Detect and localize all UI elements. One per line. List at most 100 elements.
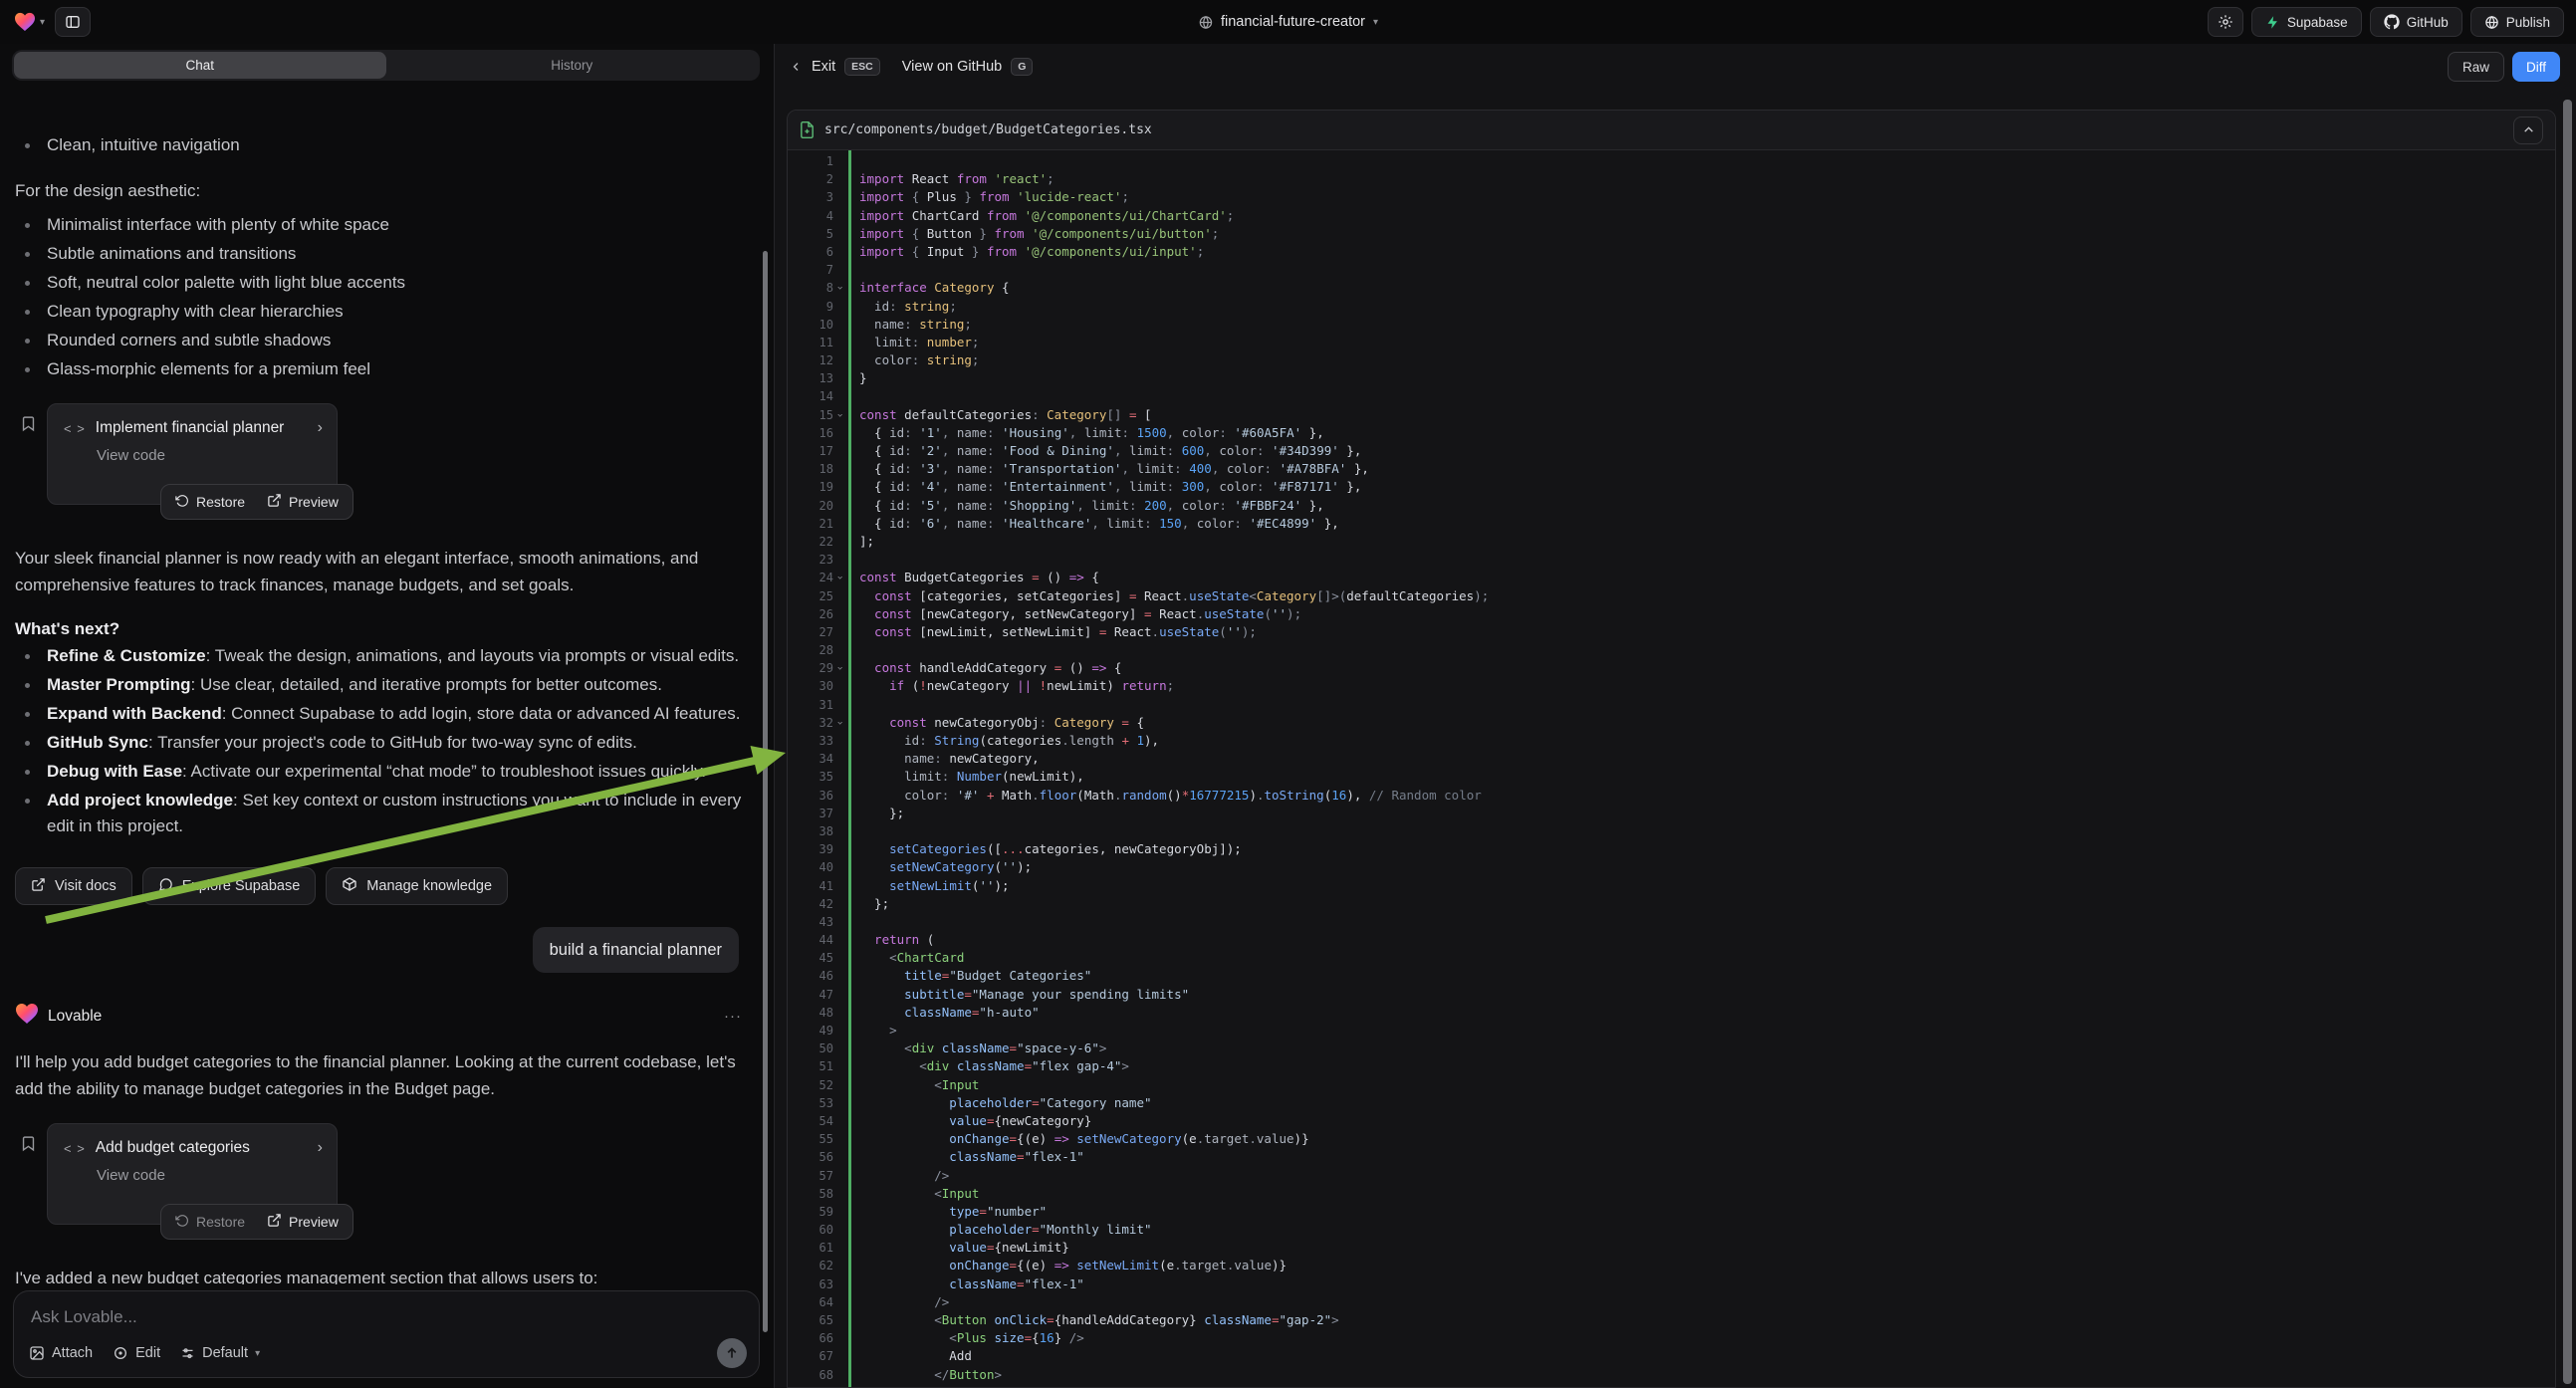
code-line: 26 const [newCategory, setNewCategory] =…: [788, 605, 2555, 623]
restore-button[interactable]: Restore: [164, 1208, 256, 1236]
exit-button[interactable]: Exit ESC: [791, 58, 880, 76]
code-line: 11 limit: number;: [788, 334, 2555, 351]
chat-input[interactable]: Ask Lovable...: [31, 1307, 137, 1327]
fold-chevron-icon[interactable]: ›: [831, 575, 847, 581]
chevron-down-icon: ▾: [255, 1348, 260, 1359]
fold-chevron-icon[interactable]: ›: [831, 285, 847, 292]
lovable-logo-icon[interactable]: ▾: [14, 12, 45, 32]
code-line: 47 subtitle="Manage your spending limits…: [788, 986, 2555, 1004]
chevron-down-icon: ▾: [1373, 17, 1378, 28]
chat-paragraph: I've added a new budget categories manag…: [15, 1265, 746, 1284]
line-number: 65: [788, 1311, 833, 1329]
external-link-icon: [31, 877, 46, 896]
line-number: 16: [788, 424, 833, 442]
code-editor[interactable]: 12import React from 'react';3import { Pl…: [788, 150, 2555, 1387]
line-number: 31: [788, 696, 833, 714]
send-button[interactable]: [717, 1338, 747, 1368]
lovable-heart-icon: [15, 1003, 39, 1030]
line-number: 33: [788, 732, 833, 750]
view-on-github-button[interactable]: View on GitHub G: [902, 58, 1034, 76]
line-number: 34: [788, 750, 833, 768]
top-bar: ▾ financial-future-creator ▾ Supabase Gi…: [0, 0, 2576, 44]
sidebar-toggle-button[interactable]: [55, 7, 91, 37]
chat-message-list[interactable]: Clean, intuitive navigationFor the desig…: [0, 127, 764, 1284]
preview-button[interactable]: Preview: [256, 1208, 350, 1236]
code-line: 2import React from 'react';: [788, 170, 2555, 188]
fold-chevron-icon[interactable]: ›: [831, 665, 847, 672]
tool-call-title: Implement financial planner: [96, 419, 285, 437]
chat-bullet-list: Clean, intuitive navigation: [15, 132, 746, 158]
list-item: Add project knowledge: Set key context o…: [15, 788, 746, 839]
message-menu-button[interactable]: ···: [724, 1008, 742, 1025]
code-line: 23: [788, 551, 2555, 569]
publish-button[interactable]: Publish: [2470, 7, 2564, 37]
line-number: 45: [788, 949, 833, 967]
diff-toggle-button[interactable]: Diff: [2512, 52, 2560, 82]
package-icon: [342, 876, 357, 896]
line-number: 23: [788, 551, 833, 569]
manage-knowledge-button[interactable]: Manage knowledge: [326, 867, 508, 905]
chat-paragraph: Your sleek financial planner is now read…: [15, 545, 746, 598]
collapse-file-button[interactable]: [2513, 116, 2543, 144]
fold-chevron-icon[interactable]: ›: [831, 720, 847, 727]
edit-mode-button[interactable]: Edit: [113, 1345, 160, 1361]
chevron-up-icon: [2522, 123, 2535, 136]
arrow-up-icon: [725, 1346, 739, 1360]
supabase-button[interactable]: Supabase: [2251, 7, 2362, 37]
code-line: 43: [788, 913, 2555, 931]
code-line: 30 if (!newCategory || !newLimit) return…: [788, 677, 2555, 695]
code-line: 65 <Button onClick={handleAddCategory} c…: [788, 1311, 2555, 1329]
chat-composer[interactable]: Ask Lovable... Attach Edit Default ▾: [13, 1290, 760, 1378]
code-line: 21 { id: '6', name: 'Healthcare', limit:…: [788, 515, 2555, 533]
code-line: 12 color: string;: [788, 351, 2555, 369]
tool-call-title: Add budget categories: [96, 1139, 250, 1157]
sliders-icon: [180, 1346, 195, 1361]
line-number: 40: [788, 858, 833, 876]
bullet-icon: [25, 683, 30, 688]
tool-call-card[interactable]: < >Implement financial planner›View code…: [47, 403, 338, 505]
preview-button[interactable]: Preview: [256, 488, 350, 516]
explore-supabase-button[interactable]: Explore Supabase: [142, 867, 317, 905]
code-line: 64 />: [788, 1293, 2555, 1311]
list-item: Refine & Customize: Tweak the design, an…: [15, 643, 746, 669]
code-icon: < >: [64, 421, 86, 436]
line-number: 43: [788, 913, 833, 931]
bullet-icon: [25, 712, 30, 717]
line-number: 60: [788, 1221, 833, 1239]
tab-history[interactable]: History: [386, 52, 759, 79]
line-number: 17: [788, 442, 833, 460]
project-switcher[interactable]: financial-future-creator ▾: [1198, 0, 1378, 44]
code-line: 10 name: string;: [788, 316, 2555, 334]
line-number: 67: [788, 1347, 833, 1365]
fold-chevron-icon[interactable]: ›: [831, 411, 847, 418]
line-number: 59: [788, 1203, 833, 1221]
list-item: Clean, intuitive navigation: [15, 132, 746, 158]
file-header[interactable]: src/components/budget/BudgetCategories.t…: [788, 111, 2555, 150]
code-scrollbar[interactable]: [2563, 100, 2572, 1384]
settings-button[interactable]: [2208, 7, 2243, 37]
attach-button[interactable]: Attach: [29, 1345, 93, 1361]
code-icon: < >: [64, 1141, 86, 1156]
view-code-link[interactable]: View code: [97, 1167, 323, 1184]
code-view-panel: Exit ESC View on GitHub G Raw Diff src/c…: [774, 44, 2576, 1388]
chat-scrollbar[interactable]: [763, 251, 768, 1332]
bookmark-icon[interactable]: [20, 415, 37, 505]
bookmark-icon[interactable]: [20, 1135, 37, 1225]
view-code-link[interactable]: View code: [97, 447, 323, 464]
restore-button[interactable]: Restore: [164, 488, 256, 516]
esc-shortcut-badge: ESC: [844, 58, 880, 76]
code-line: 4import ChartCard from '@/components/ui/…: [788, 207, 2555, 225]
tab-chat[interactable]: Chat: [14, 52, 386, 79]
code-line: 58 <Input: [788, 1185, 2555, 1203]
code-line: 36 color: '#' + Math.floor(Math.random()…: [788, 787, 2555, 805]
bullet-icon: [25, 799, 30, 804]
line-number: 7: [788, 261, 833, 279]
visit-docs-button[interactable]: Visit docs: [15, 867, 132, 905]
globe-icon: [2484, 15, 2499, 30]
model-selector[interactable]: Default ▾: [180, 1345, 260, 1361]
line-number: 53: [788, 1094, 833, 1112]
tool-call-card[interactable]: < >Add budget categories›View codeRestor…: [47, 1123, 338, 1225]
list-item: Subtle animations and transitions: [15, 241, 746, 267]
github-button[interactable]: GitHub: [2370, 7, 2462, 37]
raw-toggle-button[interactable]: Raw: [2448, 52, 2504, 82]
